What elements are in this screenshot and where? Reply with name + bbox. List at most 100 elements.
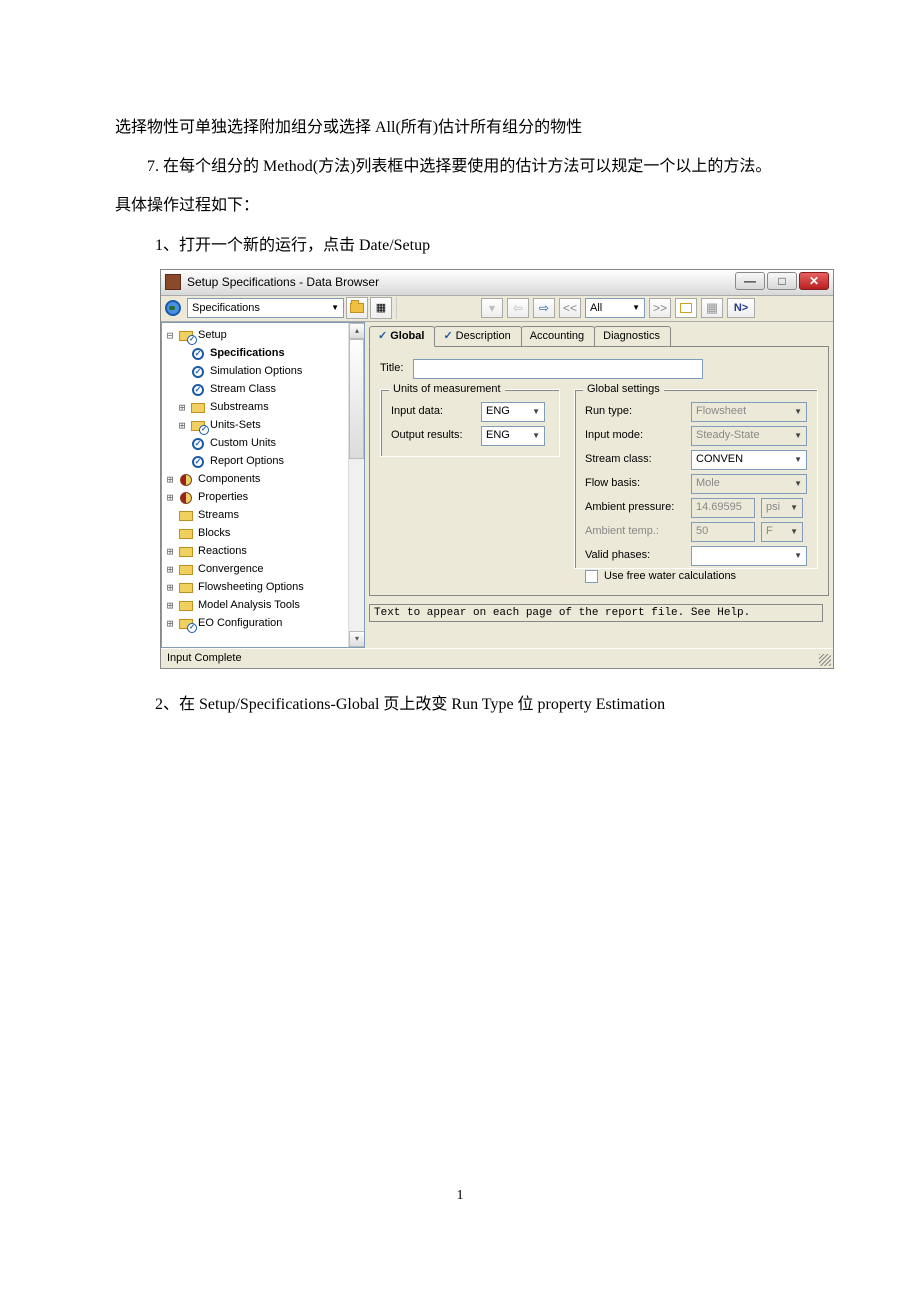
tree-panel: ⊟✓Setup ✓Specifications ✓Simulation Opti… [161, 322, 365, 648]
tree-node-reactions[interactable]: ⊞Reactions [164, 543, 362, 561]
tree-node-properties[interactable]: ⊞Properties [164, 489, 362, 507]
stream-class-label: Stream class: [585, 453, 685, 466]
tree-node-eo-configuration[interactable]: ⊞✓EO Configuration [164, 615, 362, 633]
folder-icon [179, 583, 193, 593]
units-group-title: Units of measurement [389, 383, 505, 396]
free-water-checkbox[interactable] [585, 570, 598, 583]
tree-scrollbar[interactable]: ▴ ▾ [348, 323, 364, 647]
folder-icon [191, 403, 205, 413]
input-data-combo[interactable]: ENG▼ [481, 402, 545, 422]
input-data-label: Input data: [391, 405, 475, 418]
input-mode-label: Input mode: [585, 429, 685, 442]
scope-combo[interactable]: All▼ [585, 298, 645, 318]
tab-accounting[interactable]: Accounting [521, 326, 595, 346]
ambient-pressure-value[interactable]: 14.69595 [691, 498, 755, 518]
back-button[interactable]: ⇦ [507, 298, 529, 318]
input-mode-combo[interactable]: Steady-State▼ [691, 426, 807, 446]
tree-node-stream-class[interactable]: ✓Stream Class [164, 381, 362, 399]
titlebar: Setup Specifications - Data Browser — □ … [161, 270, 833, 296]
doc-step-1: 1、打开一个新的运行，点击 Date/Setup [115, 228, 805, 263]
stream-class-combo[interactable]: CONVEN▼ [691, 450, 807, 470]
run-type-label: Run type: [585, 405, 685, 418]
view-button[interactable]: ▦ [370, 297, 392, 319]
page-number: 1 [115, 1182, 805, 1210]
doc-item-7: 7. 在每个组分的 Method(方法)列表框中选择要使用的估计方法可以规定一个… [115, 149, 805, 184]
title-label: Title: [380, 362, 403, 375]
ambient-temp-label: Ambient temp.: [585, 525, 685, 538]
check-icon: ✓ [192, 348, 204, 360]
ambient-pressure-unit-combo[interactable]: psi▼ [761, 498, 803, 518]
rect-button[interactable] [675, 298, 697, 318]
half-icon [180, 474, 192, 486]
half-icon [180, 492, 192, 504]
tree-node-flowsheeting-options[interactable]: ⊞Flowsheeting Options [164, 579, 362, 597]
open-folder-button[interactable] [346, 297, 368, 319]
tab-diagnostics[interactable]: Diagnostics [594, 326, 671, 346]
app-window: Setup Specifications - Data Browser — □ … [160, 269, 834, 669]
run-type-combo[interactable]: Flowsheet▼ [691, 402, 807, 422]
next-button[interactable]: N> [727, 298, 755, 318]
valid-phases-combo[interactable]: ▼ [691, 546, 807, 566]
tree-node-streams[interactable]: Streams [164, 507, 362, 525]
folder-icon [179, 511, 193, 521]
app-icon [165, 274, 181, 290]
toolbar: Specifications▼ ▦ ▾ ⇦ ⇨ << All▼ >> ▦ N> [161, 296, 833, 322]
folder-icon [179, 565, 193, 575]
tree-node-setup[interactable]: ⊟✓Setup [164, 327, 362, 345]
forward-button[interactable]: ⇨ [533, 298, 555, 318]
check-icon: ✓ [192, 384, 204, 396]
status-text: Input Complete [167, 652, 242, 665]
tree-node-blocks[interactable]: Blocks [164, 525, 362, 543]
statusbar: Input Complete [161, 648, 833, 668]
doc-text: 具体操作过程如下： [115, 188, 805, 223]
title-input[interactable] [413, 359, 703, 379]
valid-phases-label: Valid phases: [585, 549, 685, 562]
folder-icon [179, 529, 193, 539]
dropdown-button[interactable]: ▾ [481, 298, 503, 318]
scroll-down-icon[interactable]: ▾ [349, 631, 365, 647]
check-icon: ✓ [192, 366, 204, 378]
palette-button[interactable]: ▦ [701, 298, 723, 318]
tree-node-report-options[interactable]: ✓Report Options [164, 453, 362, 471]
close-button[interactable]: ✕ [799, 272, 829, 290]
folder-icon [179, 547, 193, 557]
folder-icon [350, 303, 364, 313]
tree-node-model-analysis-tools[interactable]: ⊞Model Analysis Tools [164, 597, 362, 615]
output-results-label: Output results: [391, 429, 475, 442]
tree-node-specifications[interactable]: ✓Specifications [164, 345, 362, 363]
folder-icon [179, 601, 193, 611]
check-icon: ✓ [192, 438, 204, 450]
flow-basis-combo[interactable]: Mole▼ [691, 474, 807, 494]
doc-text: 选择物性可单独选择附加组分或选择 All(所有)估计所有组分的物性 [115, 110, 805, 145]
ambient-temp-unit-combo: F▼ [761, 522, 803, 542]
scroll-handle[interactable] [349, 339, 364, 459]
content-panel: ✓Global ✓Description Accounting Diagnost… [365, 322, 833, 648]
help-text: Text to appear on each page of the repor… [369, 604, 823, 622]
global-settings-group: Global settings Run type:Flowsheet▼ Inpu… [574, 389, 818, 569]
last-button[interactable]: >> [649, 298, 671, 318]
first-button[interactable]: << [559, 298, 581, 318]
tree-node-substreams[interactable]: ⊞Substreams [164, 399, 362, 417]
maximize-button[interactable]: □ [767, 272, 797, 290]
tab-description[interactable]: ✓Description [434, 326, 521, 346]
doc-step-2: 2、在 Setup/Specifications-Global 页上改变 Run… [115, 687, 805, 722]
tab-body-global: Title: Units of measurement Input data: … [369, 346, 829, 596]
output-results-combo[interactable]: ENG▼ [481, 426, 545, 446]
tab-strip: ✓Global ✓Description Accounting Diagnost… [369, 324, 829, 346]
window-title: Setup Specifications - Data Browser [187, 275, 829, 289]
ambient-temp-value: 50 [691, 522, 755, 542]
scroll-up-icon[interactable]: ▴ [349, 323, 365, 339]
tree-node-custom-units[interactable]: ✓Custom Units [164, 435, 362, 453]
tree-node-units-sets[interactable]: ⊞✓Units-Sets [164, 417, 362, 435]
tree-node-simulation-options[interactable]: ✓Simulation Options [164, 363, 362, 381]
flow-basis-label: Flow basis: [585, 477, 685, 490]
free-water-label: Use free water calculations [604, 570, 736, 583]
check-icon: ✓ [192, 456, 204, 468]
global-group-title: Global settings [583, 383, 664, 396]
nav-combo[interactable]: Specifications▼ [187, 298, 344, 318]
units-group: Units of measurement Input data: ENG▼ Ou… [380, 389, 560, 457]
tree-node-components[interactable]: ⊞Components [164, 471, 362, 489]
minimize-button[interactable]: — [735, 272, 765, 290]
tab-global[interactable]: ✓Global [369, 326, 435, 347]
tree-node-convergence[interactable]: ⊞Convergence [164, 561, 362, 579]
